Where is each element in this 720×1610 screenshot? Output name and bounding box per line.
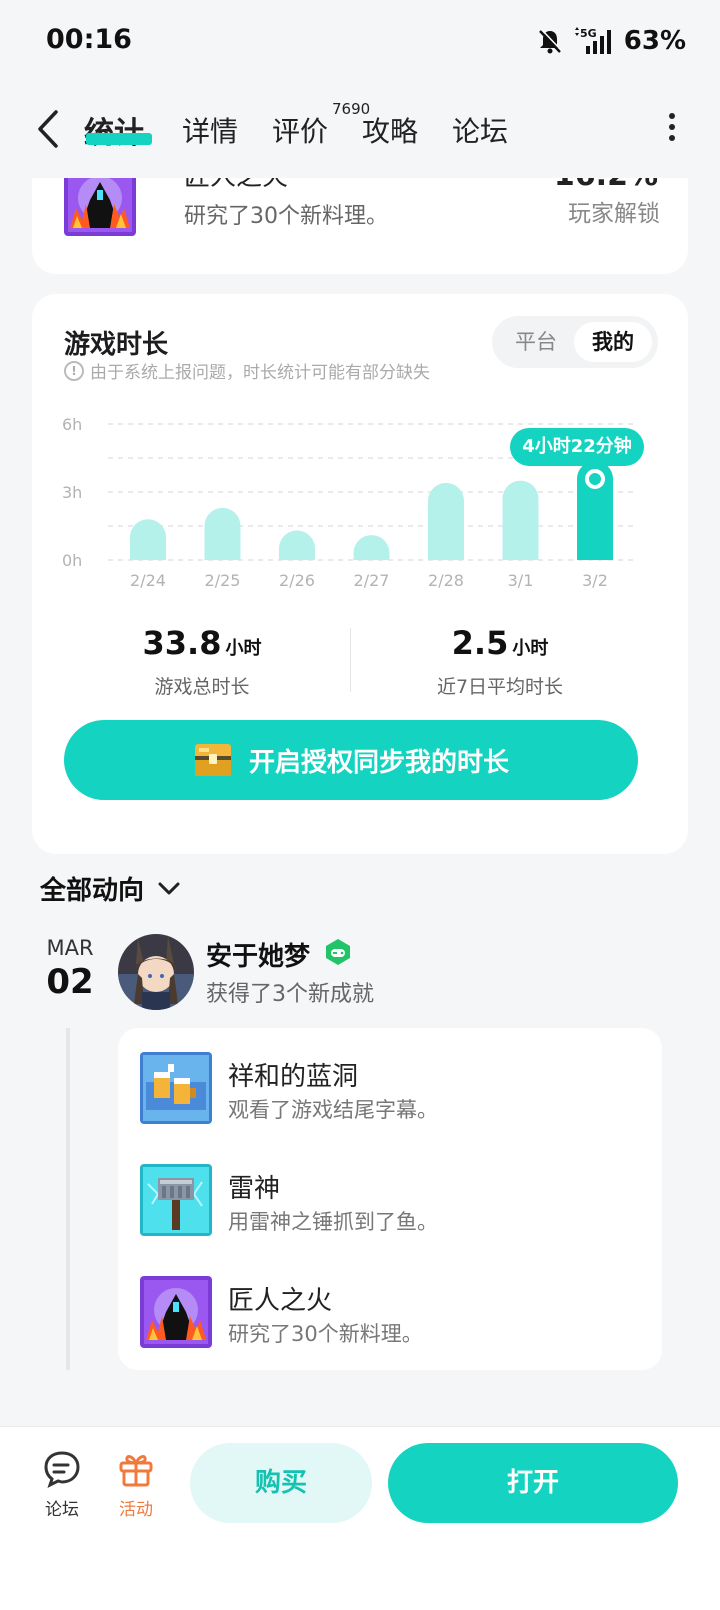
open-button[interactable]: 打开 bbox=[388, 1443, 678, 1523]
active-tab-indicator bbox=[86, 133, 152, 145]
sync-playtime-button[interactable]: 开启授权同步我的时长 bbox=[64, 720, 638, 800]
thor-hammer-achievement-icon bbox=[140, 1164, 212, 1236]
user-avatar[interactable] bbox=[118, 934, 194, 1010]
list-item[interactable]: 匠人之火 研究了30个新料理。 bbox=[140, 1276, 640, 1350]
playtime-note-text: 由于系统上报问题，时长统计可能有部分缺失 bbox=[90, 363, 430, 383]
chart-bar[interactable] bbox=[279, 530, 315, 560]
chart-x-tick-label: 2/25 bbox=[205, 571, 241, 590]
achievement-title: 匠人之火 bbox=[184, 178, 288, 193]
tab-guides[interactable]: 攻略 bbox=[362, 110, 418, 150]
user-action: 获得了3个新成就 bbox=[206, 982, 374, 1007]
chart-x-tick-label: 2/24 bbox=[130, 571, 166, 590]
total-playtime-label: 游戏总时长 bbox=[154, 676, 250, 698]
svg-text:5G: 5G bbox=[580, 27, 597, 40]
chart-x-tick-label: 2/27 bbox=[354, 571, 390, 590]
stat-divider bbox=[350, 628, 351, 692]
timeline-line bbox=[66, 1028, 70, 1370]
avg-playtime-unit: 小时 bbox=[512, 638, 549, 659]
chart-x-tick-label: 3/2 bbox=[582, 571, 608, 590]
achievement-name: 雷神 bbox=[228, 1174, 281, 1204]
sync-button-label: 开启授权同步我的时长 bbox=[248, 747, 509, 778]
bottom-action-bar: 论坛 活动 购买 打开 bbox=[0, 1426, 720, 1610]
status-bar: 00:16 5G 63% bbox=[0, 0, 720, 80]
mute-bell-icon bbox=[538, 29, 563, 54]
list-item[interactable]: 雷神 用雷神之锤抓到了鱼。 bbox=[140, 1164, 640, 1238]
tab-forum[interactable]: 论坛 bbox=[452, 110, 508, 150]
chart-bar[interactable] bbox=[353, 535, 390, 560]
bottom-activity-button[interactable]: 活动 bbox=[106, 1449, 166, 1520]
list-item[interactable]: 祥和的蓝洞 观看了游戏结尾字幕。 bbox=[140, 1052, 640, 1126]
unlock-percent-label: 玩家解锁 bbox=[568, 201, 660, 227]
playtime-note: ! 由于系统上报问题，时长统计可能有部分缺失 bbox=[64, 358, 430, 383]
buy-button[interactable]: 购买 bbox=[190, 1443, 372, 1523]
activity-day: 02 bbox=[46, 962, 94, 1002]
playtime-title: 游戏时长 bbox=[64, 330, 169, 360]
tab-details[interactable]: 详情 bbox=[182, 110, 238, 150]
chart-y-tick-label: 6h bbox=[62, 415, 82, 434]
achievement-card-partial: 匠人之火 研究了30个新料理。 16.2% 玩家解锁 bbox=[32, 178, 688, 274]
chart-bar[interactable] bbox=[130, 519, 166, 560]
tab-stats[interactable]: 统计 bbox=[84, 108, 144, 152]
gamer-badge-icon bbox=[326, 939, 350, 965]
achievement-desc: 研究了30个新料理。 bbox=[228, 1322, 423, 1346]
avg-playtime-label: 近7日平均时长 bbox=[436, 676, 564, 698]
chat-bubble-icon bbox=[44, 1451, 80, 1488]
activity-title: 全部动向 bbox=[40, 876, 145, 906]
status-icons: 5G 63% bbox=[536, 24, 686, 58]
chart-bar[interactable] bbox=[204, 507, 241, 560]
bottom-forum-label: 论坛 bbox=[45, 1500, 79, 1520]
tab-reviews[interactable]: 评价 bbox=[272, 110, 328, 150]
back-icon[interactable] bbox=[30, 106, 70, 152]
chart-x-tick-label: 2/28 bbox=[428, 571, 464, 590]
gift-icon bbox=[119, 1455, 153, 1487]
forge-fire-achievement-icon bbox=[140, 1276, 212, 1348]
treasure-chest-icon bbox=[194, 744, 231, 776]
achievement-desc: 研究了30个新料理。 bbox=[184, 204, 388, 229]
achievement-list: 祥和的蓝洞 观看了游戏结尾字幕。 雷神 用雷神之锤抓到了鱼。 匠人之火 研究了3… bbox=[118, 1028, 662, 1370]
signal-5g-icon: 5G bbox=[574, 27, 611, 54]
chart-x-tick-label: 3/1 bbox=[508, 571, 534, 590]
bottom-forum-button[interactable]: 论坛 bbox=[32, 1449, 92, 1520]
source-toggle[interactable]: 平台 我的 bbox=[492, 316, 658, 368]
chart-y-tick-label: 0h bbox=[62, 551, 82, 570]
total-playtime-unit: 小时 bbox=[225, 638, 262, 659]
total-playtime-stat: 33.8 小时 游戏总时长 bbox=[122, 624, 282, 699]
more-options-icon[interactable] bbox=[660, 110, 684, 146]
selected-day-tooltip: 4小时22分钟 bbox=[510, 428, 644, 466]
avg-playtime-stat: 2.5 小时 近7日平均时长 bbox=[420, 624, 580, 699]
toggle-platform[interactable]: 平台 bbox=[498, 322, 574, 362]
activity-filter[interactable]: 全部动向 bbox=[40, 870, 182, 907]
forge-fire-achievement-icon bbox=[64, 178, 136, 236]
toggle-mine[interactable]: 我的 bbox=[574, 322, 652, 362]
playtime-card: 游戏时长 ! 由于系统上报问题，时长统计可能有部分缺失 平台 我的 0h 3h 6h… bbox=[32, 294, 688, 854]
achievement-desc: 用雷神之锤抓到了鱼。 bbox=[228, 1210, 438, 1234]
chart-x-tick-label: 2/26 bbox=[279, 571, 315, 590]
blue-hole-achievement-icon bbox=[140, 1052, 212, 1124]
achievement-name: 祥和的蓝洞 bbox=[228, 1062, 359, 1092]
info-icon: ! bbox=[64, 360, 84, 381]
chevron-down-icon bbox=[158, 882, 180, 894]
chart-y-tick-label: 3h bbox=[62, 483, 82, 502]
bottom-activity-label: 活动 bbox=[119, 1500, 153, 1520]
chart-bar[interactable] bbox=[428, 482, 464, 560]
status-time: 00:16 bbox=[46, 24, 132, 55]
avg-playtime-value: 2.5 bbox=[451, 624, 509, 662]
unlock-percent: 16.2% bbox=[554, 178, 658, 193]
total-playtime-value: 33.8 bbox=[142, 624, 222, 662]
activity-month: MAR bbox=[46, 936, 94, 960]
achievement-desc: 观看了游戏结尾字幕。 bbox=[228, 1098, 438, 1122]
playtime-bar-chart: 0h 3h 6h 2/24 2/25 2/26 2/27 2/28 3/1 3/2 bbox=[62, 415, 638, 590]
chart-selected-marker bbox=[585, 468, 605, 489]
achievement-name: 匠人之火 bbox=[228, 1286, 333, 1316]
battery-level: 63% bbox=[623, 26, 686, 56]
chart-bar[interactable] bbox=[502, 480, 539, 560]
user-name[interactable]: 安于她梦 bbox=[206, 936, 310, 973]
